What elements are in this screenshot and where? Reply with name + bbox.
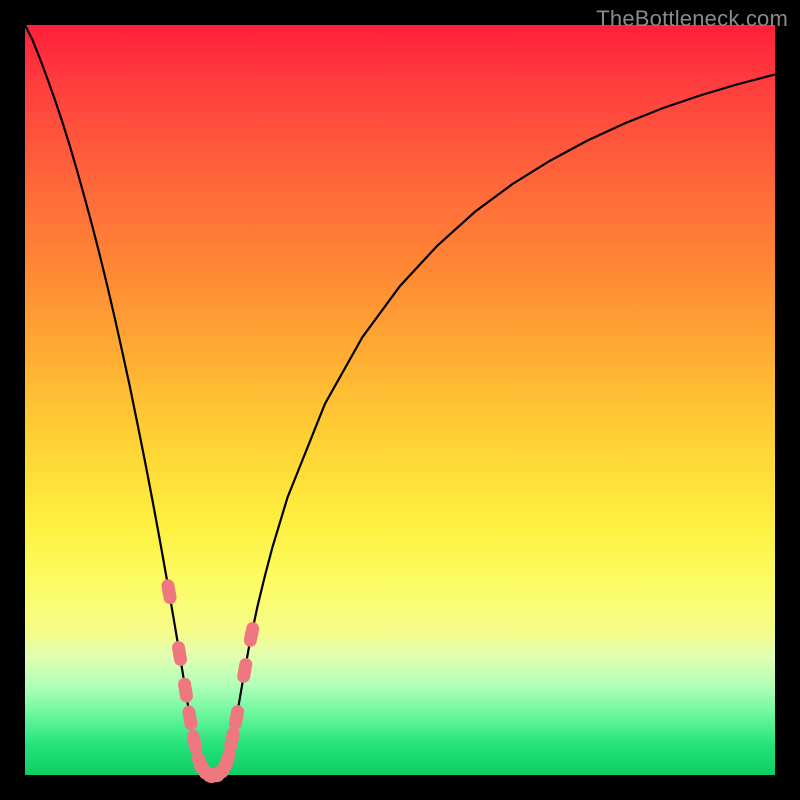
chart-frame: TheBottleneck.com bbox=[0, 0, 800, 800]
watermark-text: TheBottleneck.com bbox=[596, 6, 788, 32]
curve-marker bbox=[228, 705, 244, 731]
curve-marker bbox=[172, 641, 188, 667]
bottleneck-curve-svg bbox=[25, 25, 775, 775]
curve-marker bbox=[186, 729, 203, 755]
curve-marker bbox=[182, 705, 198, 731]
curve-marker bbox=[243, 622, 260, 648]
curve-marker bbox=[224, 727, 241, 753]
bottleneck-curve bbox=[25, 25, 775, 775]
curve-marker bbox=[237, 658, 253, 684]
curve-marker bbox=[161, 579, 177, 605]
marker-group bbox=[161, 579, 260, 785]
curve-marker bbox=[178, 677, 194, 703]
plot-area bbox=[25, 25, 775, 775]
